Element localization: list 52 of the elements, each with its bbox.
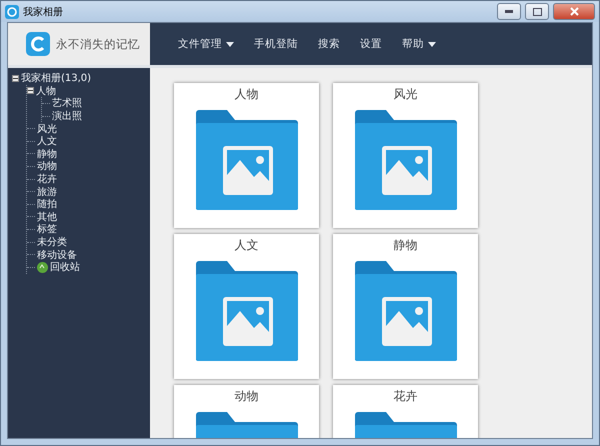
menu-item[interactable]: 设置: [360, 37, 382, 51]
collapse-toggle[interactable]: [12, 74, 19, 82]
tree-item[interactable]: 动物: [37, 159, 57, 174]
tree-item[interactable]: 未分类: [37, 235, 67, 250]
logo-text: 永不消失的记忆: [56, 36, 140, 52]
album-card[interactable]: 风光: [333, 83, 478, 228]
tree-item[interactable]: 其他: [37, 210, 57, 224]
tree-item[interactable]: 标签: [37, 222, 57, 236]
tree-item[interactable]: 演出照: [52, 109, 82, 124]
tree-item[interactable]: 艺术照: [52, 96, 82, 110]
tree-item[interactable]: 人物: [36, 84, 56, 98]
tree-item[interactable]: 回收站: [50, 260, 80, 274]
album-title: 人物: [234, 86, 258, 103]
tree-item[interactable]: 移动设备: [37, 248, 77, 262]
menu-item[interactable]: 文件管理: [178, 37, 234, 51]
recycle-bin-icon: [37, 262, 48, 273]
caret-icon: [428, 42, 436, 46]
menu-item[interactable]: 帮助: [402, 37, 436, 51]
collapse-toggle[interactable]: [27, 87, 34, 94]
album-card[interactable]: 动物: [174, 385, 319, 438]
window-title: 我家相册: [23, 6, 63, 18]
tree-item[interactable]: 静物: [37, 146, 57, 161]
app-logo-icon: [26, 32, 50, 56]
album-title: 动物: [234, 388, 258, 405]
app-logo-icon: [5, 4, 19, 18]
album-title: 花卉: [394, 388, 418, 405]
close-icon: [570, 7, 578, 16]
album-title: 风光: [394, 86, 418, 103]
minimize-icon: [505, 10, 513, 13]
tree-item[interactable]: 旅游: [37, 184, 57, 199]
photo-folder-icon: [354, 109, 456, 211]
caret-icon: [226, 42, 234, 46]
album-card[interactable]: 花卉: [333, 385, 478, 438]
menu-item[interactable]: 搜索: [318, 37, 340, 51]
tree-item[interactable]: 风光: [37, 122, 57, 136]
maximize-icon: [532, 8, 542, 16]
maximize-button[interactable]: [525, 3, 549, 20]
album-title: 静物: [394, 237, 418, 254]
photo-folder-icon: [196, 260, 298, 362]
close-button[interactable]: [553, 3, 595, 20]
album-card[interactable]: 静物: [333, 234, 478, 379]
album-card[interactable]: 人物: [174, 83, 319, 228]
menu-item[interactable]: 手机登陆: [254, 37, 298, 51]
tree-item[interactable]: 我家相册(13,0): [21, 71, 92, 86]
photo-folder-icon: [196, 109, 298, 211]
tree-item[interactable]: 人文: [37, 134, 57, 148]
album-title: 人文: [234, 237, 258, 254]
tree-item[interactable]: 花卉: [37, 172, 57, 186]
minimize-button[interactable]: [497, 3, 521, 20]
photo-folder-icon: [354, 260, 456, 362]
tree-item[interactable]: 随拍: [37, 197, 57, 212]
album-card[interactable]: 人文: [174, 234, 319, 379]
